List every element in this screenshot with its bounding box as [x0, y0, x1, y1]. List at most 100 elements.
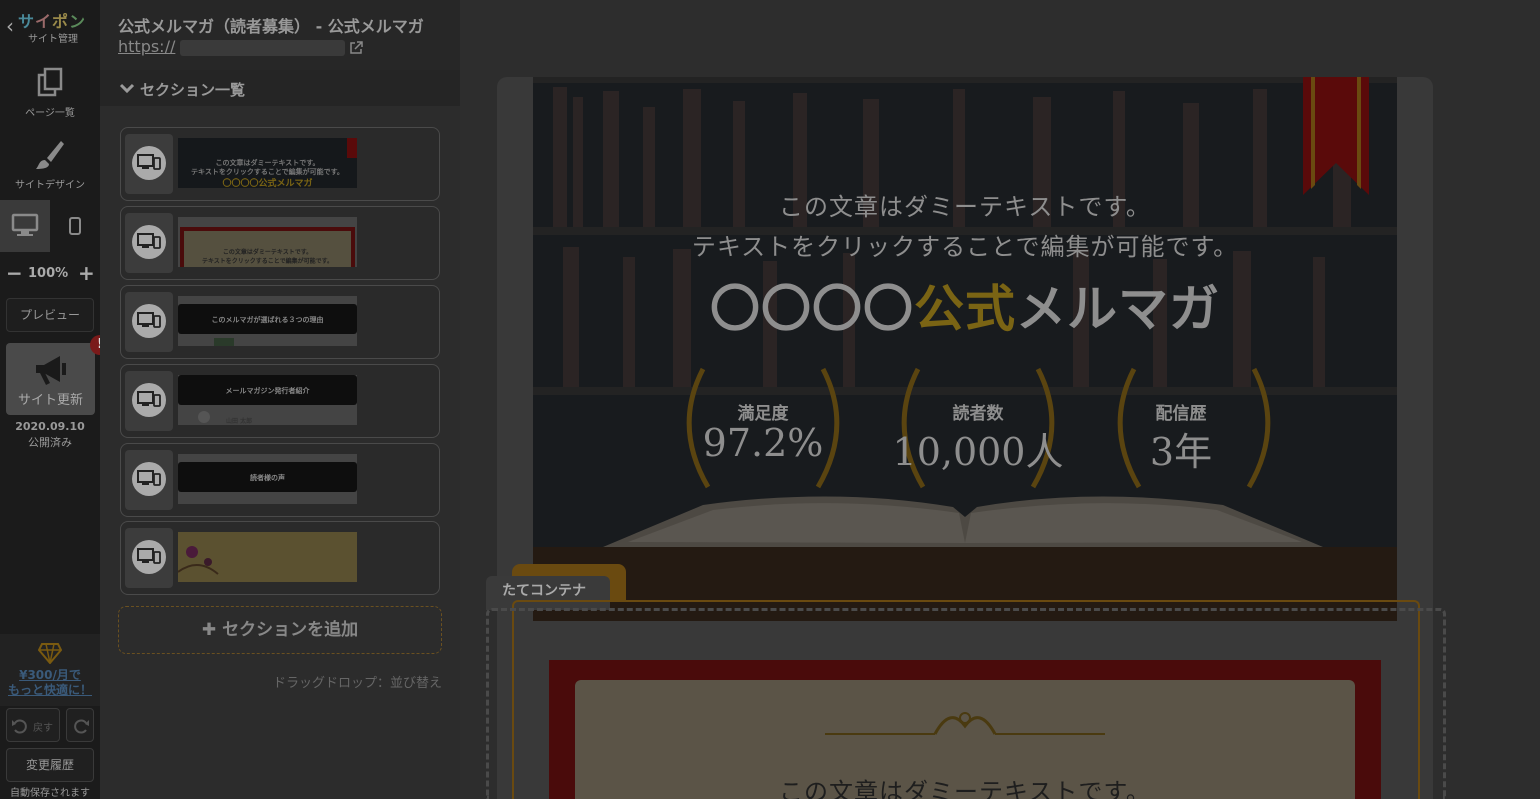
section-device-badge: [125, 450, 173, 510]
section-card-3[interactable]: このメルマガが選ばれる３つの理由: [120, 285, 440, 359]
thumb-line: 山田 太郎: [226, 418, 253, 425]
site-update-button[interactable]: サイト更新 !: [6, 335, 110, 415]
upgrade-text[interactable]: ¥300/月で もっと快適に！: [0, 668, 100, 698]
add-section-button[interactable]: ✚ セクションを追加: [118, 606, 442, 654]
megaphone-icon: [36, 356, 66, 385]
hero-section[interactable]: この文章はダミーテキストです。 テキストをクリックすることで編集が可能です。 〇…: [533, 77, 1397, 621]
publish-status: 公開済み: [28, 436, 72, 449]
section-thumbnail: [178, 532, 357, 582]
section-device-badge: [125, 371, 173, 431]
section-device-badge: [125, 292, 173, 352]
hero-title-prefix: 〇〇〇〇: [710, 279, 914, 338]
stat-readers[interactable]: 読者数 10,000人: [888, 359, 1068, 509]
device-pc-button[interactable]: [0, 200, 50, 252]
undo-label: 戻す: [33, 723, 53, 734]
update-date: 2020.09.10: [15, 420, 85, 433]
section-device-badge: [125, 134, 173, 194]
zoom-control: − 100% +: [0, 262, 100, 286]
thumb-line: テキストをクリックすることで編集が可能です。: [201, 258, 334, 265]
redo-icon: [74, 719, 89, 734]
zoom-out-icon[interactable]: −: [6, 262, 23, 284]
logo-char: ン: [69, 12, 87, 31]
pc-sp-icon: [132, 304, 166, 338]
paintbrush-icon: [36, 141, 64, 169]
pc-sp-icon: [132, 462, 166, 496]
section-device-badge: [125, 213, 173, 273]
drag-drop-hint: ドラッグドロップ：並び替え: [272, 676, 442, 691]
section-card-1[interactable]: この文章はダミーテキストです。 テキストをクリックすることで編集が可能です。 〇…: [120, 127, 440, 201]
site-url-link[interactable]: https://: [118, 37, 175, 56]
section-thumbnail: メールマガジン発行者紹介 山田 太郎: [178, 375, 357, 425]
left-rail: ‹ サイポン サイト管理 ページ一覧 サイトデザイン − 100% + プレビュ…: [0, 0, 110, 799]
section-thumbnail: 読者様の声: [178, 454, 357, 504]
upgrade-promo[interactable]: ¥300/月で もっと快適に！: [0, 634, 100, 706]
zoom-in-icon[interactable]: +: [78, 262, 95, 284]
external-link-icon[interactable]: [348, 40, 364, 56]
site-url-redacted: [180, 40, 345, 56]
ornament-icon: [825, 712, 1105, 735]
upgrade-line-2: もっと快適に！: [7, 683, 92, 697]
stat-history[interactable]: 配信歴 3年: [1091, 359, 1271, 509]
section-thumbnail: この文章はダミーテキストです。 テキストをクリックすることで編集が可能です。 〇…: [178, 138, 357, 188]
certificate-line-1[interactable]: この文章はダミーテキストです。: [549, 772, 1381, 799]
diamond-icon: [38, 643, 62, 664]
device-mobile-button[interactable]: [50, 200, 100, 252]
thumb-avatar: [198, 411, 210, 423]
brand[interactable]: ‹ サイポン サイト管理: [0, 0, 100, 50]
back-chevron-icon[interactable]: ‹: [6, 14, 14, 38]
hero-title-suffix: メルマガ: [1016, 279, 1220, 338]
stat-value: 97.2%: [702, 421, 824, 465]
panel-header: 公式メルマガ（読者募集） - 公式メルマガ https://: [100, 0, 460, 70]
section-thumbnail: このメルマガが選ばれる３つの理由: [178, 296, 357, 346]
pc-sp-icon: [132, 540, 166, 574]
logo-char: サ: [18, 12, 36, 31]
ribbon-mark: [347, 138, 357, 158]
stat-value: 10,000人: [892, 430, 1064, 474]
hero-title-gold: 公式: [914, 279, 1016, 338]
site-title: 公式メルマガ（読者募集） - 公式メルマガ: [118, 17, 424, 36]
mobile-icon: [69, 217, 81, 235]
section-card-2[interactable]: この文章はダミーテキストです。 テキストをクリックすることで編集が可能です。: [120, 206, 440, 280]
certificate-section[interactable]: この文章はダミーテキストです。: [549, 660, 1381, 799]
logo-char: ポ: [52, 12, 70, 31]
pages-button[interactable]: ページ一覧: [0, 66, 100, 119]
pages-icon: [37, 67, 63, 97]
stat-satisfaction[interactable]: 満足度 97.2%: [673, 359, 853, 509]
undo-button[interactable]: 戻す: [6, 708, 60, 742]
logo-char: イ: [35, 12, 53, 31]
hero-title[interactable]: 〇〇〇〇公式メルマガ: [533, 269, 1397, 341]
flower-decoration-icon: [178, 546, 219, 575]
site-design-label: サイトデザイン: [15, 180, 85, 191]
hero-line-1[interactable]: この文章はダミーテキストです。: [533, 187, 1397, 222]
device-switcher: [0, 200, 100, 252]
add-section-label: セクションを追加: [222, 620, 359, 640]
thumb-line: この文章はダミーテキストです。: [222, 249, 313, 256]
autosave-note: 自動保存されます: [10, 788, 90, 799]
stat-value: 3年: [1149, 430, 1213, 474]
section-device-badge: [125, 528, 173, 588]
thumb-line: 読者様の声: [250, 474, 285, 482]
preview-button[interactable]: プレビュー: [6, 298, 94, 332]
brand-subtitle: サイト管理: [28, 34, 78, 45]
redo-button[interactable]: [66, 708, 94, 742]
upgrade-line-1: ¥300/月で: [19, 668, 81, 682]
undo-icon: [12, 719, 27, 734]
thumb-photo: [214, 338, 234, 346]
site-design-button[interactable]: サイトデザイン: [0, 138, 100, 191]
zoom-value: 100%: [28, 266, 69, 281]
desktop-icon: [11, 213, 39, 236]
pc-sp-icon: [132, 383, 166, 417]
plus-icon: ✚: [201, 620, 217, 640]
section-card-5[interactable]: 読者様の声: [120, 443, 440, 517]
section-list-header[interactable]: セクション一覧: [100, 70, 460, 106]
section-list-title: セクション一覧: [140, 81, 246, 99]
chevron-down-icon: [119, 83, 135, 94]
thumb-line: このメルマガが選ばれる３つの理由: [211, 316, 324, 324]
hero-line-2[interactable]: テキストをクリックすることで編集が可能です。: [533, 227, 1397, 262]
change-history-button[interactable]: 変更履歴: [6, 748, 94, 782]
section-card-6[interactable]: [120, 521, 440, 595]
site-update-label: サイト更新: [17, 393, 83, 408]
section-card-4[interactable]: メールマガジン発行者紹介 山田 太郎: [120, 364, 440, 438]
thumb-line: メールマガジン発行者紹介: [225, 387, 310, 395]
section-thumbnail: この文章はダミーテキストです。 テキストをクリックすることで編集が可能です。: [178, 217, 357, 267]
